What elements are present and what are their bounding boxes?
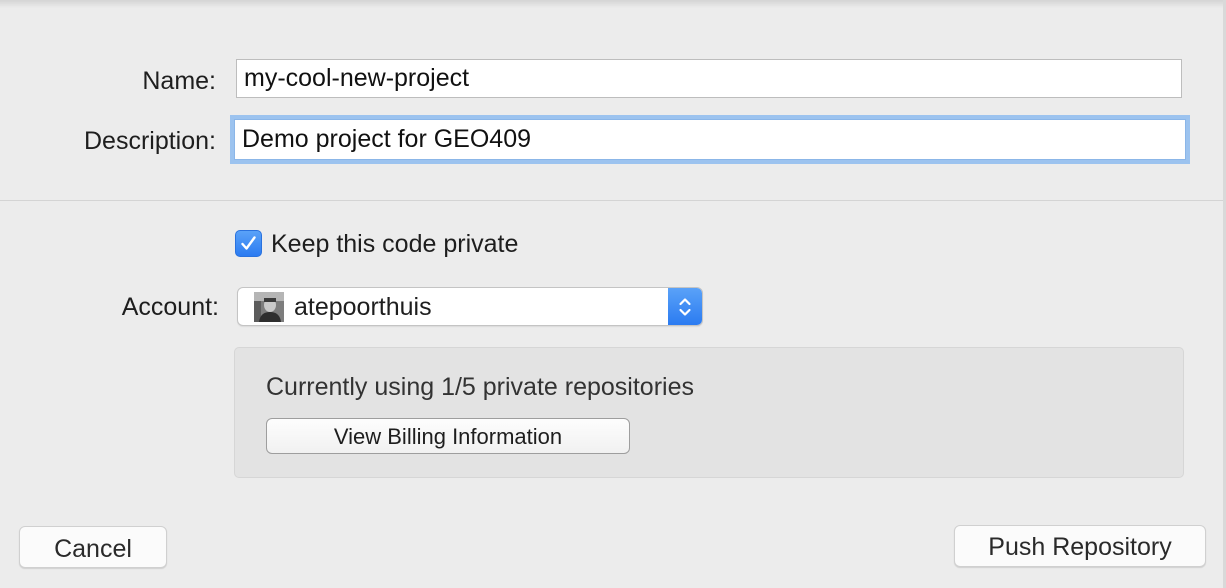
section-divider: [0, 200, 1223, 201]
description-field[interactable]: [234, 119, 1186, 160]
description-label: Description:: [84, 127, 216, 155]
account-popup-value: atepoorthuis: [294, 293, 432, 321]
popup-stepper[interactable]: [668, 288, 702, 325]
account-label: Account:: [121, 293, 219, 321]
cancel-button[interactable]: Cancel: [19, 526, 167, 568]
usage-text: Currently using 1/5 private repositories: [266, 373, 694, 401]
chevron-up-down-icon: [679, 297, 691, 316]
view-billing-button[interactable]: View Billing Information: [266, 418, 630, 454]
user-avatar-icon: [254, 292, 284, 322]
account-popup[interactable]: atepoorthuis: [237, 287, 703, 326]
name-label: Name:: [142, 67, 216, 95]
name-field[interactable]: [236, 59, 1182, 98]
repository-usage-panel: Currently using 1/5 private repositories…: [234, 347, 1184, 478]
private-checkbox-label[interactable]: Keep this code private: [271, 229, 518, 259]
top-shadow: [0, 0, 1226, 8]
push-repository-dialog: Name: Description: Keep this code privat…: [0, 0, 1226, 588]
checkmark-icon: [241, 236, 256, 250]
push-repository-button[interactable]: Push Repository: [954, 525, 1206, 567]
private-checkbox[interactable]: [235, 230, 262, 257]
